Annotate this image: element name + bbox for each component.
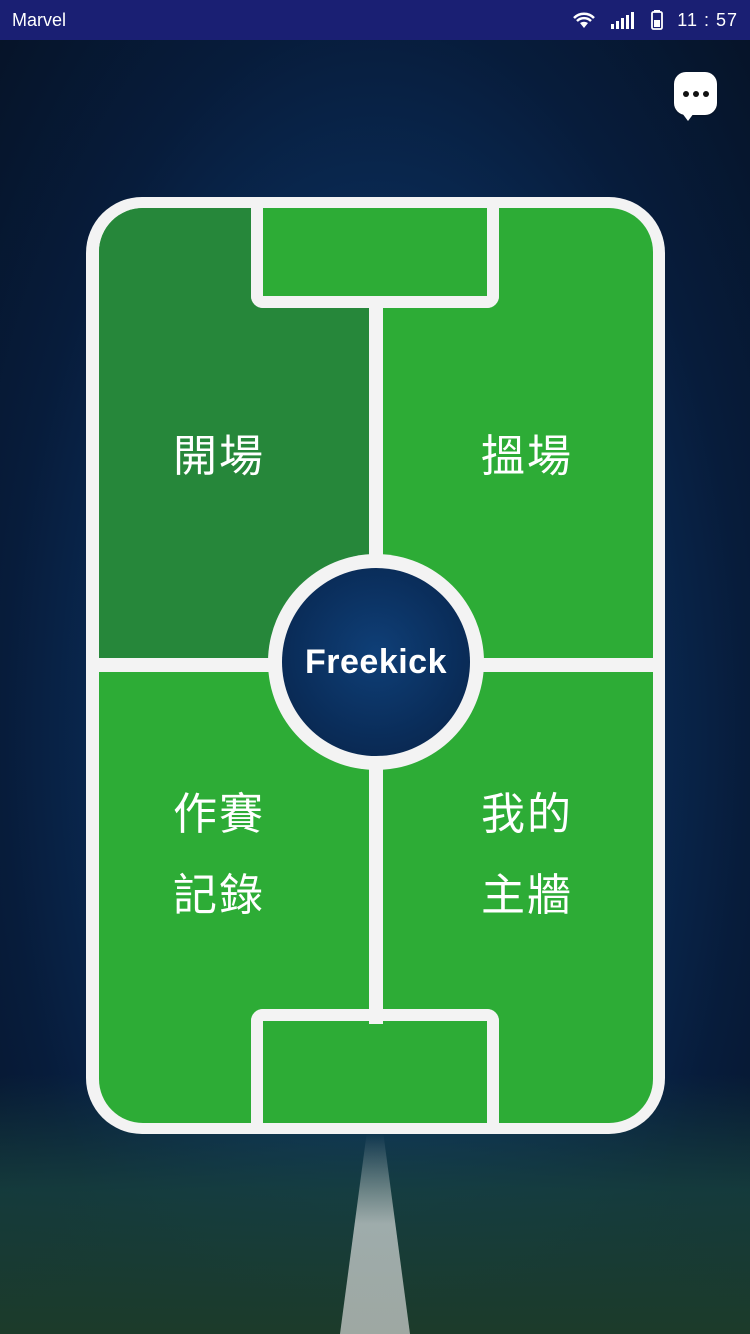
center-circle[interactable]: Freekick (268, 554, 484, 770)
battery-icon (651, 10, 664, 30)
football-field-menu: 開場 搵場 作賽 記錄 我的 主牆 Freekick (86, 197, 665, 1134)
menu-my-wall-label: 我的 主牆 (481, 789, 573, 922)
more-dots (682, 90, 709, 97)
status-icons: 11 : 57 (571, 10, 738, 31)
chat-bubble-more-icon[interactable] (674, 72, 717, 121)
status-time: 11 : 57 (677, 9, 738, 30)
center-logo: Freekick (282, 568, 470, 756)
signal-icon (611, 11, 637, 29)
pitch: 開場 搵場 作賽 記錄 我的 主牆 Freekick (99, 208, 653, 1123)
app-title: Freekick (305, 642, 447, 681)
menu-find-venue-label: 搵場 (481, 431, 573, 482)
wifi-icon (571, 10, 597, 30)
status-bar: Marvel 11 : 57 (0, 0, 750, 40)
menu-match-record-label: 作賽 記錄 (173, 789, 265, 922)
top-goal-box (251, 208, 499, 308)
bottom-goal-box (251, 1009, 499, 1123)
carrier-label: Marvel (12, 9, 67, 30)
menu-open-game-label: 開場 (173, 431, 265, 482)
